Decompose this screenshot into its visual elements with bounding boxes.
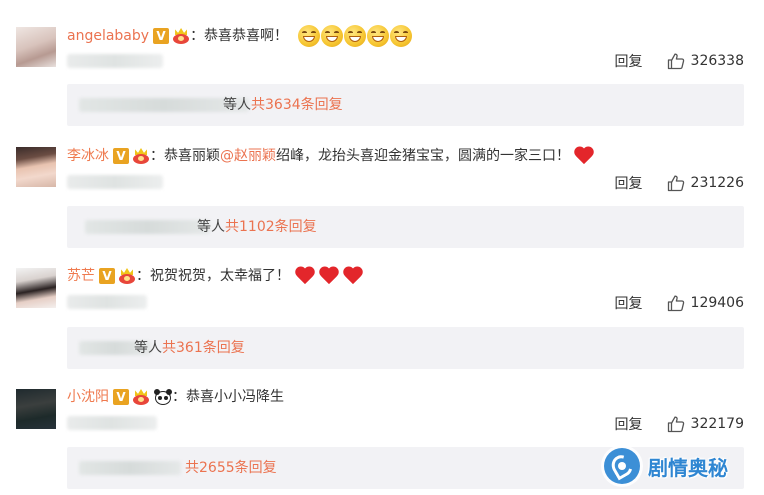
vip-crown-icon: [132, 389, 150, 405]
verified-v-icon: V: [99, 268, 115, 284]
replies-summary-text: 共2655条回复: [185, 458, 277, 478]
comment-header: angelababy V ：恭喜恭喜啊！: [67, 25, 413, 47]
avatar[interactable]: [16, 389, 56, 429]
grin-emoji-icon: [390, 25, 413, 47]
blurred-repliers: [79, 461, 181, 475]
blurred-repliers: [85, 220, 210, 234]
comment-text: ：恭喜恭喜啊！: [190, 28, 289, 44]
blurred-timestamp: [67, 54, 163, 68]
username-link[interactable]: 李冰冰: [67, 146, 109, 166]
replies-count-link[interactable]: 共361条回复: [162, 340, 245, 356]
swirl-logo-icon: [604, 448, 640, 484]
blurred-timestamp: [67, 175, 163, 189]
username-link[interactable]: 苏芒: [67, 266, 95, 286]
watermark-text: 剧情奥秘: [648, 455, 728, 480]
comment-actions: 回复 129406: [615, 293, 744, 313]
reply-button[interactable]: 回复: [615, 414, 643, 434]
blurred-timestamp: [67, 416, 157, 430]
avatar[interactable]: [16, 147, 56, 187]
blurred-timestamp: [67, 295, 147, 309]
comment-actions: 回复 322179: [615, 414, 744, 434]
replies-count-link[interactable]: 共1102条回复: [225, 219, 317, 235]
avatar[interactable]: [16, 27, 56, 67]
comment-text: ：恭喜丽颖: [150, 148, 220, 164]
reply-button[interactable]: 回复: [615, 293, 643, 313]
replies-count-link[interactable]: 共2655条回复: [185, 460, 277, 476]
grin-emoji-icon: [298, 25, 321, 47]
panda-emoji-icon: [154, 389, 172, 405]
vip-crown-icon: [172, 28, 190, 44]
watermark: 剧情奥秘: [604, 442, 744, 490]
comment-actions: 回复 326338: [615, 51, 744, 71]
username-link[interactable]: 小沈阳: [67, 387, 109, 407]
replies-summary-text: 等人共361条回复: [134, 340, 245, 356]
replies-summary[interactable]: 等人共3634条回复: [67, 84, 744, 126]
thumbs-up-icon[interactable]: [667, 52, 685, 70]
grin-emoji-icon: [344, 25, 367, 47]
verified-v-icon: V: [113, 389, 129, 405]
like-count: 322179: [690, 416, 744, 432]
heart-icon: [318, 266, 340, 286]
replies-summary-text: 等人共3634条回复: [223, 97, 343, 113]
comment-text: ：祝贺祝贺，太幸福了！: [136, 268, 290, 284]
grin-emoji-icon: [321, 25, 344, 47]
thumbs-up-icon[interactable]: [667, 415, 685, 433]
replies-count-link[interactable]: 共3634条回复: [251, 97, 343, 113]
grin-emoji-icon: [367, 25, 390, 47]
mention-link[interactable]: @赵丽颖: [220, 146, 276, 166]
avatar[interactable]: [16, 268, 56, 308]
thumbs-up-icon[interactable]: [667, 174, 685, 192]
like-count: 129406: [690, 295, 744, 311]
comment-actions: 回复 231226: [615, 173, 744, 193]
heart-icon: [294, 266, 316, 286]
replies-summary-text: 等人共1102条回复: [197, 219, 317, 235]
username-link[interactable]: angelababy: [67, 26, 149, 46]
comment-text-tail: 绍峰，龙抬头喜迎金猪宝宝，圆满的一家三口！: [276, 148, 570, 164]
comment-header: 小沈阳 V ：恭喜小小冯降生: [67, 387, 284, 407]
heart-icon: [342, 266, 364, 286]
heart-icon: [573, 146, 595, 166]
replies-summary[interactable]: 等人共1102条回复: [67, 206, 744, 248]
replies-summary[interactable]: 等人共361条回复: [67, 327, 744, 369]
like-count: 326338: [690, 53, 744, 69]
verified-v-icon: V: [153, 28, 170, 44]
like-count: 231226: [690, 175, 744, 191]
comment-text: ：恭喜小小冯降生: [172, 389, 284, 405]
reply-button[interactable]: 回复: [615, 51, 643, 71]
comment-header: 苏芒 V ：祝贺祝贺，太幸福了！: [67, 266, 364, 286]
comment-header: 李冰冰 V ：恭喜丽颖 @赵丽颖 绍峰，龙抬头喜迎金猪宝宝，圆满的一家三口！: [67, 146, 595, 166]
thumbs-up-icon[interactable]: [667, 294, 685, 312]
verified-v-icon: V: [113, 148, 129, 164]
reply-button[interactable]: 回复: [615, 173, 643, 193]
vip-crown-icon: [118, 268, 136, 284]
vip-crown-icon: [132, 148, 150, 164]
